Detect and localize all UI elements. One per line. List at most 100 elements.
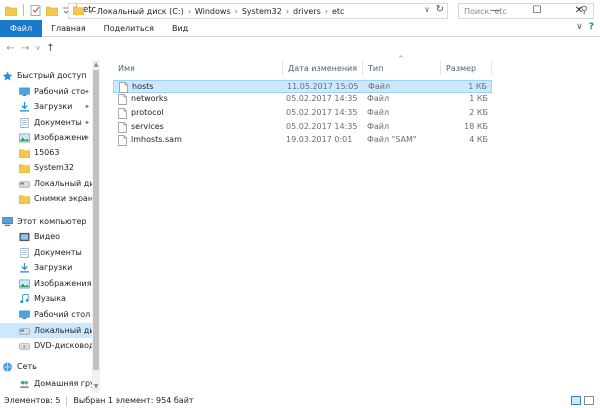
- search-input[interactable]: Поиск: etc ⚲: [458, 3, 594, 19]
- file-icon: [118, 135, 127, 146]
- nav-item[interactable]: Локальный дис: [0, 323, 100, 338]
- nav-item[interactable]: 15063: [0, 145, 100, 160]
- drive-icon: [19, 326, 30, 336]
- nav-item[interactable]: System32: [0, 160, 100, 175]
- nav-item[interactable]: Быстрый доступ: [0, 68, 100, 83]
- column-header-date[interactable]: Дата изменения: [283, 61, 363, 75]
- download-icon: [19, 262, 30, 273]
- nav-item-label: Документы: [34, 248, 82, 257]
- scroll-up-icon[interactable]: ▲: [93, 61, 99, 68]
- expand-ribbon-icon[interactable]: ∨: [576, 22, 583, 32]
- nav-item[interactable]: Рабочий сто ✦: [0, 84, 100, 99]
- nav-item[interactable]: Сеть: [0, 359, 100, 374]
- file-type: Файл "SAM": [367, 135, 417, 144]
- column-header-name[interactable]: Имя: [113, 61, 283, 75]
- nav-item-label: Домашняя груп: [34, 379, 100, 388]
- nav-item[interactable]: Загрузки ✦: [0, 99, 100, 114]
- file-size: 18 КБ: [464, 122, 488, 131]
- nav-item-label: Видео: [34, 232, 61, 241]
- file-icon: [119, 82, 128, 93]
- breadcrumb-drivers[interactable]: drivers: [293, 7, 321, 16]
- status-item-count: Элементов: 5: [4, 396, 61, 405]
- address-dropdown-icon[interactable]: ∨: [424, 5, 430, 14]
- file-row[interactable]: hosts 11.05.2017 15:05 Файл 1 КБ: [113, 80, 492, 93]
- address-bar[interactable]: « Локальный диск (C:) › Windows › System…: [68, 3, 448, 19]
- nav-item-label: Документы: [34, 118, 82, 127]
- tab-file[interactable]: Файл: [0, 19, 43, 37]
- new-folder-icon[interactable]: [45, 5, 59, 16]
- breadcrumb-drive[interactable]: Локальный диск (C:): [97, 7, 184, 16]
- nav-item[interactable]: Документы: [0, 245, 100, 260]
- details-view-icon[interactable]: [571, 396, 581, 405]
- back-button[interactable]: ←: [3, 39, 18, 57]
- download-icon: [19, 101, 30, 112]
- file-icon: [118, 108, 127, 119]
- file-type: Файл: [367, 108, 390, 117]
- nav-item[interactable]: Домашняя груп: [0, 376, 100, 391]
- nav-item-label: Загрузки: [34, 102, 73, 111]
- status-divider: [66, 395, 68, 406]
- scrollbar-thumb[interactable]: [93, 70, 99, 370]
- chevron-right-icon[interactable]: ›: [188, 7, 191, 16]
- chevron-right-icon[interactable]: ›: [286, 7, 289, 16]
- nav-item[interactable]: DVD-дисковод (: [0, 338, 100, 353]
- desktop-icon: [19, 310, 30, 320]
- pin-icon: ✦: [84, 87, 90, 96]
- nav-item-label: Изображения: [34, 279, 92, 288]
- folder-icon: [4, 5, 18, 16]
- forward-button[interactable]: →: [18, 39, 33, 57]
- up-button[interactable]: ↑: [43, 39, 58, 57]
- nav-item[interactable]: Музыка: [0, 291, 100, 306]
- file-date: 05.02.2017 14:35: [286, 122, 358, 131]
- tab-view[interactable]: Вид: [163, 20, 197, 37]
- nav-item-label: Музыка: [34, 294, 66, 303]
- drive-icon: [19, 179, 30, 189]
- nav-item[interactable]: Документы ✦: [0, 115, 100, 130]
- nav-item[interactable]: Снимки экрана: [0, 191, 100, 206]
- tab-home[interactable]: Главная: [42, 20, 95, 37]
- folder-icon: [18, 163, 31, 173]
- nav-item-label: Загрузки: [34, 263, 73, 272]
- file-size: 2 КБ: [469, 108, 488, 117]
- desktop-icon: [19, 87, 30, 97]
- nav-item[interactable]: Изображения: [0, 276, 100, 291]
- breadcrumb-windows[interactable]: Windows: [195, 7, 231, 16]
- folder-icon: [72, 5, 85, 17]
- nav-scrollbar[interactable]: ▲ ▼: [92, 60, 100, 393]
- nav-item-label: Снимки экрана: [34, 194, 98, 203]
- column-header-type[interactable]: Тип: [363, 61, 441, 75]
- folder-icon: [18, 148, 31, 158]
- file-date: 05.02.2017 14:35: [286, 108, 358, 117]
- refresh-icon[interactable]: ↻: [436, 4, 444, 15]
- breadcrumb-etc[interactable]: etc: [332, 7, 344, 16]
- nav-item[interactable]: Видео: [0, 229, 100, 244]
- column-header-size[interactable]: Размер: [441, 61, 492, 75]
- nav-item[interactable]: Загрузки: [0, 260, 100, 275]
- chevron-right-icon[interactable]: ›: [325, 7, 328, 16]
- file-row[interactable]: networks 05.02.2017 14:35 Файл 1 КБ: [113, 93, 492, 106]
- view-switcher: [571, 396, 594, 405]
- file-row[interactable]: protocol 05.02.2017 14:35 Файл 2 КБ: [113, 107, 492, 120]
- root-chevron-icon[interactable]: «: [88, 7, 93, 16]
- video-icon: [19, 232, 30, 242]
- file-row[interactable]: services 05.02.2017 14:35 Файл 18 КБ: [113, 121, 492, 134]
- nav-item[interactable]: Этот компьютер: [0, 214, 100, 229]
- chevron-right-icon[interactable]: ›: [235, 7, 238, 16]
- file-type: Файл: [368, 82, 391, 91]
- breadcrumb-system32[interactable]: System32: [242, 7, 282, 16]
- properties-icon[interactable]: [30, 4, 42, 16]
- nav-item[interactable]: Локальный дис: [0, 176, 100, 191]
- computer-icon: [2, 216, 13, 227]
- file-row[interactable]: lmhosts.sam 19.03.2017 0:01 Файл "SAM" 4 КБ: [113, 134, 492, 147]
- address-row: ← → ∨ ↑: [0, 37, 600, 59]
- scroll-down-icon[interactable]: ▼: [93, 383, 99, 390]
- nav-item[interactable]: Рабочий стол: [0, 307, 100, 322]
- large-icons-view-icon[interactable]: [584, 396, 594, 405]
- nav-item[interactable]: Изображени ✦: [0, 130, 100, 145]
- search-icon: ⚲: [580, 5, 588, 16]
- tab-share[interactable]: Поделиться: [95, 20, 163, 37]
- recent-locations-button[interactable]: ∨: [33, 39, 43, 57]
- file-size: 1 КБ: [468, 82, 487, 91]
- help-icon[interactable]: ?: [589, 22, 594, 32]
- nav-item-label: Изображени: [34, 133, 87, 142]
